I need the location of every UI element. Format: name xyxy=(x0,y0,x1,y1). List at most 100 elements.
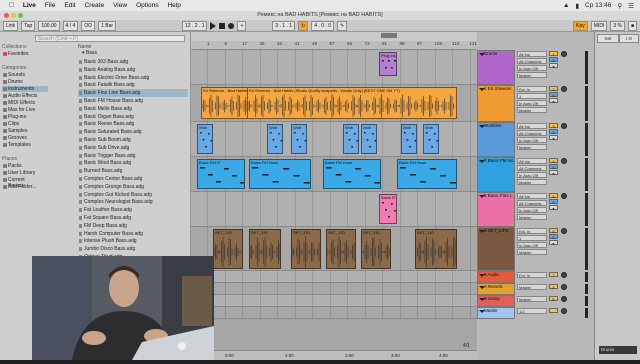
browser-file-item[interactable]: Basic 303 Bass.adg xyxy=(78,58,188,66)
place-user-library[interactable]: User Library xyxy=(2,170,40,176)
loop-start-field[interactable]: 3 . 1 . 1 xyxy=(272,20,296,31)
menubar-clock[interactable]: Cp 13:46 xyxy=(585,2,611,9)
browser-file-item[interactable]: Basic Wool Bass.adg xyxy=(78,159,188,167)
record-icon[interactable] xyxy=(228,22,235,29)
browser-file-item[interactable]: Fat Square Bass.adg xyxy=(78,214,188,222)
menu-edit[interactable]: Edit xyxy=(64,2,75,9)
track-io-chooser[interactable]: Ext. In xyxy=(517,272,547,278)
browser-file-item[interactable]: Complex Neurologist Bass.adg xyxy=(78,198,188,206)
track-io-chooser[interactable]: Master xyxy=(517,214,547,220)
volume-knob[interactable] xyxy=(561,308,567,314)
category-max-for-live[interactable]: Max for Live xyxy=(2,107,40,113)
browser-file-item[interactable]: Complex Center Bass.adg xyxy=(78,175,188,183)
track-io-chooser[interactable]: In Auto Off xyxy=(517,65,547,71)
arrangement-clip[interactable]: Basic FM Hous xyxy=(323,159,381,189)
track-fold-icon[interactable] xyxy=(479,53,485,56)
arrangement-clip[interactable]: Basic FM H xyxy=(197,159,245,189)
volume-knob[interactable] xyxy=(561,284,567,290)
arrangement-clip[interactable]: Wob xyxy=(401,124,417,154)
browser-file-item[interactable]: Basic Trigger Bass.adg xyxy=(78,152,188,160)
arm-button[interactable]: ● xyxy=(549,98,558,104)
track-io-chooser[interactable]: 1/2 xyxy=(517,308,547,314)
midi-map-button[interactable]: MIDI xyxy=(590,20,608,31)
volume-knob[interactable] xyxy=(561,51,567,57)
volume-knob[interactable] xyxy=(561,86,567,92)
arrangement-clip[interactable]: SKT_130 xyxy=(249,229,281,269)
track-lane[interactable] xyxy=(191,271,477,283)
track-io-chooser[interactable]: All Channels xyxy=(517,130,547,136)
menu-live[interactable]: Live xyxy=(23,2,36,9)
arm-button[interactable]: ● xyxy=(549,135,558,141)
volume-knob[interactable] xyxy=(561,228,567,234)
track-fold-icon[interactable] xyxy=(479,88,485,91)
wifi-icon[interactable]: ▲ xyxy=(563,2,569,9)
volume-knob[interactable] xyxy=(561,123,567,129)
browser-file-item[interactable]: Basic Mello Bass.adg xyxy=(78,105,188,113)
track-io-chooser[interactable]: In Auto Off xyxy=(517,137,547,143)
track-io-chooser[interactable]: 1 xyxy=(517,93,547,99)
category-instruments[interactable]: Instruments xyxy=(2,86,48,92)
track-activator-button[interactable]: 5 xyxy=(549,193,558,199)
place-add-folder[interactable]: Add Folder... xyxy=(2,184,40,190)
track-name-4[interactable]: 8 Basic Fine L xyxy=(477,192,515,227)
track-io-chooser[interactable]: 1 xyxy=(517,235,547,241)
close-window-button[interactable] xyxy=(4,13,9,18)
browser-file-item[interactable]: FM Deep Bass.adg xyxy=(78,222,188,230)
time-ruler[interactable]: 0:00 1:00 2:00 3:00 4:00 4/1 xyxy=(191,343,477,360)
arrangement-clip[interactable]: SKT_130 xyxy=(326,229,356,269)
quantize-menu[interactable]: 1 Bar xyxy=(98,20,117,31)
track-io-chooser[interactable]: Ext. In xyxy=(517,86,547,92)
track-activator-button[interactable]: 4 xyxy=(549,158,558,164)
category-drums[interactable]: Drums xyxy=(2,79,40,85)
menu-list-icon[interactable]: ☰ xyxy=(628,2,634,10)
arm-button[interactable]: ● xyxy=(549,63,558,69)
track-lane[interactable]: Drum RackPlug-Ins xyxy=(191,50,477,85)
track-lane[interactable]: Basic FM H Basic FM Hous Basic FM Hous Basi… xyxy=(191,157,477,192)
key-map-button[interactable]: Key xyxy=(573,20,588,31)
track-activator-button[interactable] xyxy=(549,308,558,313)
track-name-9[interactable]: Master xyxy=(477,307,515,319)
browser-file-item[interactable]: Intense Plush Bass.adg xyxy=(78,237,188,245)
track-name-1[interactable]: 4 Ed Sheeran xyxy=(477,85,515,122)
category-samples[interactable]: Samples xyxy=(2,128,40,134)
track-lane[interactable]: Basic Fi xyxy=(191,192,477,227)
arrangement-clip[interactable]: Plug-Ins xyxy=(379,52,397,76)
loop-toggle-button[interactable]: ↻ xyxy=(298,20,309,31)
track-activator-button[interactable]: 6 xyxy=(549,228,558,234)
collection-favorites[interactable]: Favorites xyxy=(2,51,40,57)
apple-icon[interactable]:  xyxy=(9,2,14,9)
track-activator-button[interactable]: B xyxy=(549,296,558,302)
track-io-chooser[interactable]: All Channels xyxy=(517,165,547,171)
category-clips[interactable]: Clips xyxy=(2,121,40,127)
arrangement-clip[interactable]: Wob xyxy=(423,124,439,154)
track-io-chooser[interactable]: All Channels xyxy=(517,200,547,206)
browser-file-item[interactable]: Complex Grunge Bass.adg xyxy=(78,183,188,191)
volume-knob[interactable] xyxy=(561,193,567,199)
track-io-chooser[interactable]: In Auto Off xyxy=(517,242,547,248)
track-lane[interactable]: Wob Wob Wob Wob Wob Wob Wob xyxy=(191,122,477,157)
minimize-window-button[interactable] xyxy=(11,13,16,18)
track-activator-button[interactable]: 3 xyxy=(549,123,558,129)
track-fold-icon[interactable] xyxy=(479,160,485,163)
track-name-7[interactable]: A Reverb xyxy=(477,283,515,295)
track-name-5[interactable]: 9 SKT_LIFE xyxy=(477,227,515,271)
arm-button[interactable]: ● xyxy=(549,170,558,176)
track-io-chooser[interactable]: Master xyxy=(517,284,547,290)
track-io-chooser[interactable]: In Auto Off xyxy=(517,207,547,213)
track-fold-icon[interactable] xyxy=(479,298,485,301)
track-lane[interactable]: Ed Sheeran - Bad Habits Ed Sheeran - Bad … xyxy=(191,85,477,122)
solo-button[interactable]: S xyxy=(549,199,558,205)
category-audio-effects[interactable]: Audio Effects xyxy=(2,93,40,99)
track-io-chooser[interactable]: Master xyxy=(517,296,547,302)
solo-button[interactable]: S xyxy=(549,234,558,240)
browser-file-item[interactable]: Basic Sub Boom.adg xyxy=(78,136,188,144)
arm-button[interactable]: ● xyxy=(549,240,558,246)
arrangement-clip[interactable]: Basic FM Hous xyxy=(397,159,457,189)
arrangement-clip[interactable]: Ed Sheeran - Bad Habits (Studio Quality … xyxy=(247,87,457,119)
tempo-field[interactable]: 100.00 xyxy=(38,20,60,31)
track-name-2[interactable]: Wobbles xyxy=(477,122,515,157)
browser-file-item[interactable]: Basic Organ Bass.adg xyxy=(78,113,188,121)
arrangement-clip[interactable]: SKT_130 xyxy=(361,229,391,269)
track-io-chooser[interactable]: Master xyxy=(517,179,547,185)
draw-mode-button[interactable]: ✎ xyxy=(336,20,348,31)
